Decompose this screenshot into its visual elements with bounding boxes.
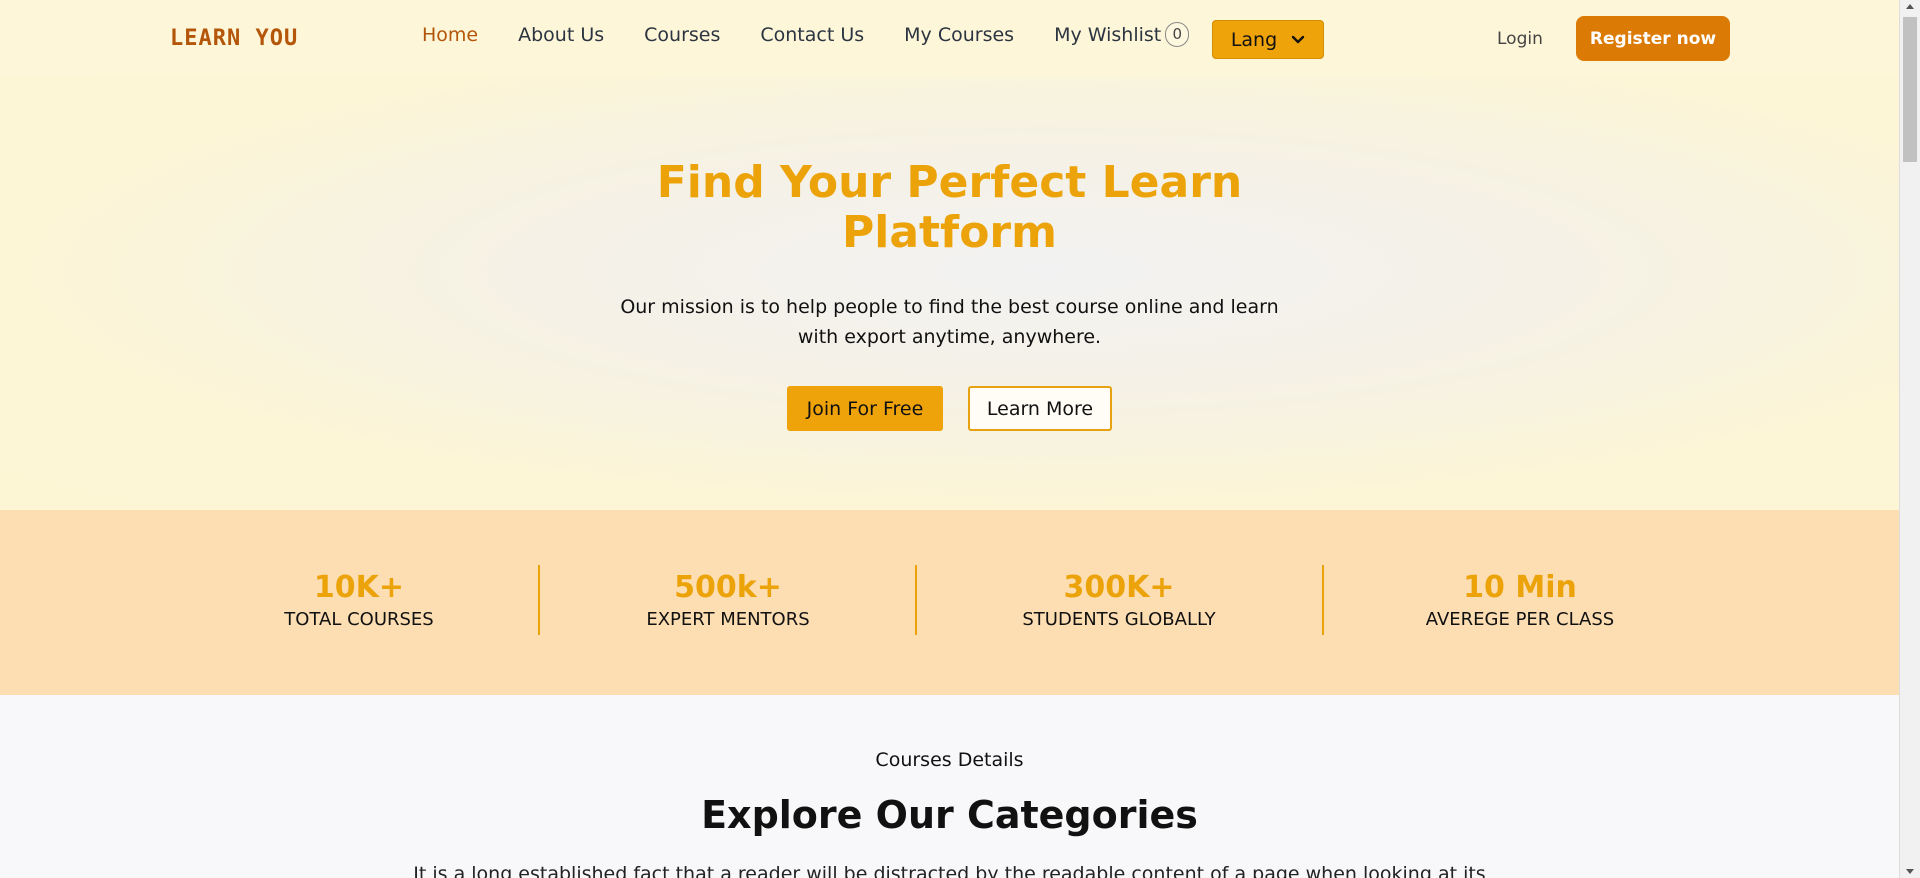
stat-divider [538,565,540,635]
hero-title: Find Your Perfect Learn Platform [0,158,1899,258]
register-button[interactable]: Register now [1576,16,1730,61]
stat-label: EXPERT MENTORS [646,609,810,630]
wishlist-label: My Wishlist [1054,23,1162,46]
stat-expert-mentors: 500k+ EXPERT MENTORS [617,570,839,634]
page: LEARN YOU Home About Us Courses Contact … [0,0,1899,878]
login-link[interactable]: Login [1497,29,1543,49]
main-nav: Home About Us Courses Contact Us My Cour… [422,22,1190,47]
language-dropdown[interactable]: Lang [1212,20,1324,59]
stat-divider [1322,565,1324,635]
scroll-up-arrow-icon[interactable] [1906,4,1914,9]
logo[interactable]: LEARN YOU [170,26,298,51]
stat-value: 10K+ [313,570,405,605]
nav-my-courses[interactable]: My Courses [904,24,1014,46]
hero-subtitle-line-2: with export anytime, anywhere. [797,326,1102,348]
hero-section: Find Your Perfect Learn Platform Our mis… [0,76,1899,510]
hero-buttons: Join For Free Learn More [787,386,1112,431]
stat-students-globally: 300K+ STUDENTS GLOBALLY [992,570,1246,634]
stats-section: 10K+ TOTAL COURSES 500k+ EXPERT MENTORS … [0,510,1899,695]
hero-title-line-1: Find Your Perfect Learn [656,157,1243,208]
stat-divider [915,565,917,635]
categories-kicker: Courses Details [875,749,1024,771]
categories-section: Courses Details Explore Our Categories I… [0,695,1899,878]
stat-total-courses: 10K+ TOTAL COURSES [258,570,460,634]
wishlist-count-badge: 0 [1165,22,1190,47]
stat-value: 10 Min [1463,570,1577,605]
learn-more-button[interactable]: Learn More [968,386,1112,431]
stat-label: AVEREGE PER CLASS [1425,609,1615,630]
nav-about-us[interactable]: About Us [518,24,604,46]
stat-label: TOTAL COURSES [284,609,434,630]
nav-contact-us[interactable]: Contact Us [760,24,864,46]
join-for-free-button[interactable]: Join For Free [787,386,943,431]
page-scrollbar[interactable] [1899,0,1920,878]
scroll-down-arrow-icon[interactable] [1906,869,1914,874]
nav-courses[interactable]: Courses [644,24,720,46]
language-label: Lang [1230,28,1278,51]
stat-value: 300K+ [1063,570,1175,605]
nav-my-wishlist[interactable]: My Wishlist 0 [1054,22,1190,47]
scrollbar-thumb[interactable] [1903,17,1917,162]
stat-label: STUDENTS GLOBALLY [1022,609,1216,630]
stat-average-per-class: 10 Min AVEREGE PER CLASS [1398,570,1642,634]
stat-value: 500k+ [674,570,782,605]
nav-home[interactable]: Home [422,24,478,46]
navbar: LEARN YOU Home About Us Courses Contact … [0,0,1899,76]
hero-subtitle: Our mission is to help people to find th… [0,292,1899,352]
chevron-down-icon [1291,35,1305,43]
categories-title: Explore Our Categories [701,793,1198,837]
categories-description: It is a long established fact that a rea… [413,863,1486,878]
hero-title-line-2: Platform [842,207,1057,258]
hero-subtitle-line-1: Our mission is to help people to find th… [620,296,1279,318]
